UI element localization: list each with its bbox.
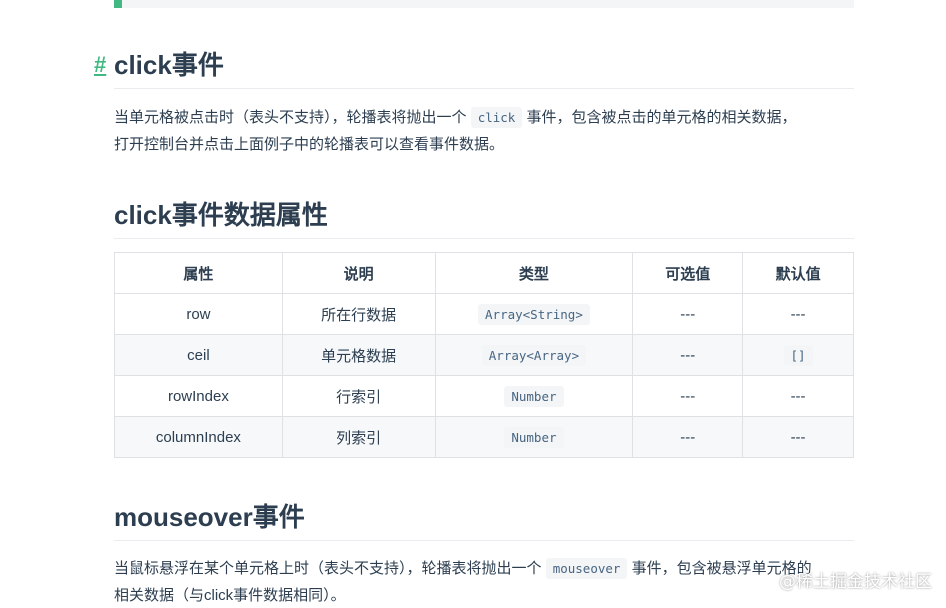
table-header-row: 属性 说明 类型 可选值 默认值 (114, 252, 854, 294)
cell-attr: rowIndex (114, 375, 283, 417)
cell-desc: 行索引 (281, 375, 436, 417)
watermark: @稀土掘金技术社区 (779, 572, 932, 592)
table-header-cell: 属性 (114, 252, 283, 294)
heading-mouseover-event: mouseover事件 (114, 500, 854, 541)
heading-click-event: # click事件 (94, 48, 854, 89)
mouseover-desc-text-c: 相关数据（与click事件数据相同）。 (114, 587, 346, 604)
click-desc-text-b: 事件，包含被点击的单元格的相关数据， (526, 109, 797, 126)
cell-attr: columnIndex (114, 416, 283, 458)
type-code: Array<String> (478, 303, 590, 325)
click-event-description: 当单元格被点击时（表头不支持），轮播表将抛出一个 click 事件，包含被点击的… (114, 104, 854, 158)
cell-default: --- (742, 375, 854, 417)
cell-options: --- (632, 334, 744, 376)
cell-options: --- (632, 293, 744, 335)
cell-attr: ceil (114, 334, 283, 376)
table-row: columnIndex 列索引 Number --- --- (114, 416, 854, 458)
heading-anchor-link[interactable]: # (94, 48, 106, 82)
table-header-cell: 默认值 (742, 252, 854, 294)
cell-options: --- (632, 375, 744, 417)
cell-desc: 单元格数据 (281, 334, 436, 376)
table-row: ceil 单元格数据 Array<Array> --- [] (114, 334, 854, 376)
table-row: row 所在行数据 Array<String> --- --- (114, 293, 854, 335)
cell-type: Number (434, 375, 634, 417)
previous-block-accent-bar (114, 0, 122, 8)
cell-desc: 所在行数据 (281, 293, 436, 335)
type-code: Number (504, 385, 564, 407)
cell-default: --- (742, 416, 854, 458)
table-header-cell: 可选值 (632, 252, 744, 294)
click-desc-text-c: 打开控制台并点击上面例子中的轮播表可以查看事件数据。 (114, 136, 505, 153)
mouseover-desc-text-a: 当鼠标悬浮在某个单元格上时（表头不支持），轮播表将抛出一个 (114, 560, 542, 577)
cell-type: Array<Array> (434, 334, 634, 376)
doc-page: { "sections": { "click": { "anchor": "#"… (0, 0, 946, 608)
inline-code-mouseover: mouseover (545, 558, 628, 579)
heading-click-event-text: click事件 (114, 50, 224, 80)
heading-mouseover-event-text: mouseover事件 (114, 502, 305, 532)
heading-click-event-data-text: click事件数据属性 (114, 200, 328, 230)
click-desc-text-a: 当单元格被点击时（表头不支持），轮播表将抛出一个 (114, 109, 467, 126)
heading-click-event-data: click事件数据属性 (114, 198, 854, 239)
cell-type: Number (434, 416, 634, 458)
type-code: Number (504, 426, 564, 448)
previous-code-block (114, 0, 854, 8)
table-header-cell: 说明 (281, 252, 436, 294)
table-header-cell: 类型 (434, 252, 634, 294)
cell-desc: 列索引 (281, 416, 436, 458)
cell-default: --- (742, 293, 854, 335)
mouseover-event-description: 当鼠标悬浮在某个单元格上时（表头不支持），轮播表将抛出一个 mouseover … (114, 555, 854, 608)
table-row: rowIndex 行索引 Number --- --- (114, 375, 854, 417)
cell-default: [] (742, 334, 854, 376)
default-code: [] (783, 344, 813, 366)
type-code: Array<Array> (481, 344, 587, 366)
cell-attr: row (114, 293, 283, 335)
click-event-data-table: 属性 说明 类型 可选值 默认值 row 所在行数据 Array<String>… (114, 252, 854, 458)
cell-options: --- (632, 416, 744, 458)
cell-type: Array<String> (434, 293, 634, 335)
inline-code-click: click (470, 107, 523, 128)
